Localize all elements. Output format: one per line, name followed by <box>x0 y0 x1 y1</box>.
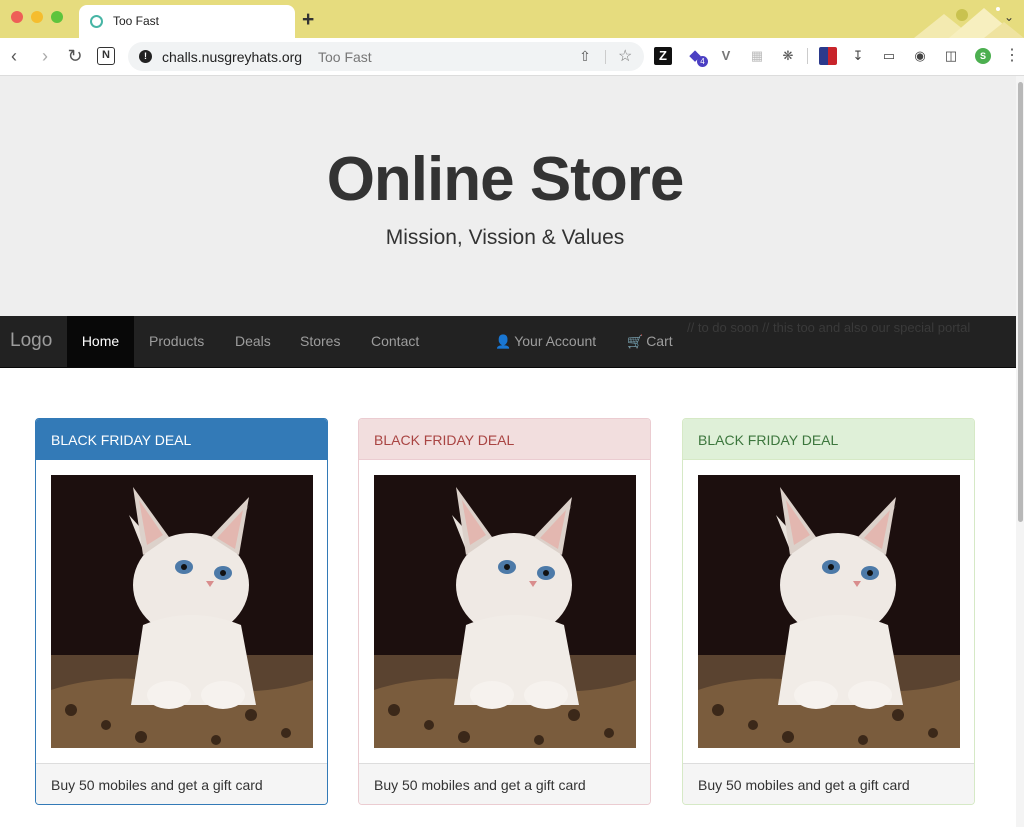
deal-panel: BLACK FRIDAY DEAL Buy 50 mobiles and get… <box>682 418 975 805</box>
jumbotron: Online Store Mission, Vission & Values <box>0 76 1016 316</box>
nav-item-contact[interactable]: Contact <box>371 316 419 367</box>
nav-item-products[interactable]: Products <box>149 316 204 367</box>
deal-panel: BLACK FRIDAY DEAL Buy 50 mobiles and get… <box>35 418 328 805</box>
scrollbar-thumb[interactable] <box>1018 82 1023 522</box>
nav-item-stores[interactable]: Stores <box>300 316 340 367</box>
page-title: Online Store <box>326 145 685 214</box>
deal-footer: Buy 50 mobiles and get a gift card <box>359 763 650 804</box>
page-subtitle: Mission, Vission & Values <box>385 226 625 249</box>
kitten-image <box>374 475 636 748</box>
share-icon[interactable]: ⇧ <box>576 48 594 66</box>
new-tab-button[interactable]: + <box>302 7 314 33</box>
cast-icon[interactable]: ▭ <box>880 47 898 65</box>
tab-title: Too Fast <box>113 14 160 28</box>
browser-tabbar: Too Fast + ⌄ <box>0 0 1024 38</box>
deal-footer: Buy 50 mobiles and get a gift card <box>36 763 327 804</box>
cart-icon: 🛒 <box>627 334 644 349</box>
camera-icon[interactable]: ◉ <box>911 47 929 65</box>
address-bar[interactable]: ! challs.nusgreyhats.org Too Fast ⇧ ☆ <box>128 42 644 71</box>
chevron-down-icon[interactable]: ⌄ <box>1004 10 1014 24</box>
navbar-brand[interactable]: Logo <box>10 330 52 352</box>
vue-icon[interactable]: V <box>717 47 735 65</box>
nav-item-deals[interactable]: Deals <box>235 316 271 367</box>
kitten-image <box>51 475 313 748</box>
puzzle-icon[interactable]: ❋ <box>779 47 797 65</box>
deal-heading: BLACK FRIDAY DEAL <box>36 419 327 460</box>
deal-panel: BLACK FRIDAY DEAL Buy 50 mobiles and get… <box>358 418 651 805</box>
navbar-hidden-comment: // to do soon // this too and also our s… <box>687 320 971 335</box>
loading-icon <box>90 15 103 28</box>
browser-toolbar: ‹ › ↻ N ! challs.nusgreyhats.org Too Fas… <box>0 38 1024 76</box>
site-info-icon[interactable]: ! <box>139 50 152 63</box>
divider <box>605 50 606 64</box>
kitten-image <box>698 475 960 748</box>
site-navbar: Logo Home Products Deals Stores Contact … <box>0 316 1016 368</box>
forward-icon[interactable]: › <box>34 45 56 67</box>
avatar-icon[interactable]: S <box>975 48 991 64</box>
reload-icon[interactable]: ↻ <box>64 45 86 67</box>
scrollbar[interactable] <box>1016 76 1024 827</box>
deal-footer: Buy 50 mobiles and get a gift card <box>683 763 974 804</box>
zotero-icon[interactable]: Z <box>654 47 672 65</box>
star-icon[interactable]: ☆ <box>618 46 632 66</box>
page-content: Online Store Mission, Vission & Values L… <box>0 76 1016 827</box>
nav-item-account-label: Your Account <box>514 333 597 349</box>
close-window-button[interactable] <box>11 11 23 23</box>
extension-badge: 4 <box>697 56 708 67</box>
nav-item-account[interactable]: 👤 Your Account <box>495 316 596 367</box>
user-icon: 👤 <box>495 334 512 349</box>
side-panel-icon[interactable]: ◫ <box>942 47 960 65</box>
grid-icon[interactable]: ▦ <box>748 47 766 65</box>
menu-icon[interactable]: ⋮ <box>1004 45 1020 65</box>
deal-heading: BLACK FRIDAY DEAL <box>359 419 650 460</box>
nav-item-cart[interactable]: 🛒 Cart <box>627 316 673 367</box>
minimize-window-button[interactable] <box>31 11 43 23</box>
nav-item-cart-label: Cart <box>646 333 673 349</box>
divider <box>807 48 808 64</box>
back-icon[interactable]: ‹ <box>3 45 25 67</box>
url-host: challs.nusgreyhats.org <box>162 49 303 65</box>
maximize-window-button[interactable] <box>51 11 63 23</box>
deal-heading: BLACK FRIDAY DEAL <box>683 419 974 460</box>
flag-icon[interactable] <box>819 47 837 65</box>
notion-icon[interactable]: N <box>97 47 115 65</box>
nav-item-home[interactable]: Home <box>67 316 134 367</box>
download-icon[interactable]: ↧ <box>849 47 867 65</box>
url-page-title: Too Fast <box>318 49 372 65</box>
browser-tab[interactable]: Too Fast <box>79 5 295 38</box>
